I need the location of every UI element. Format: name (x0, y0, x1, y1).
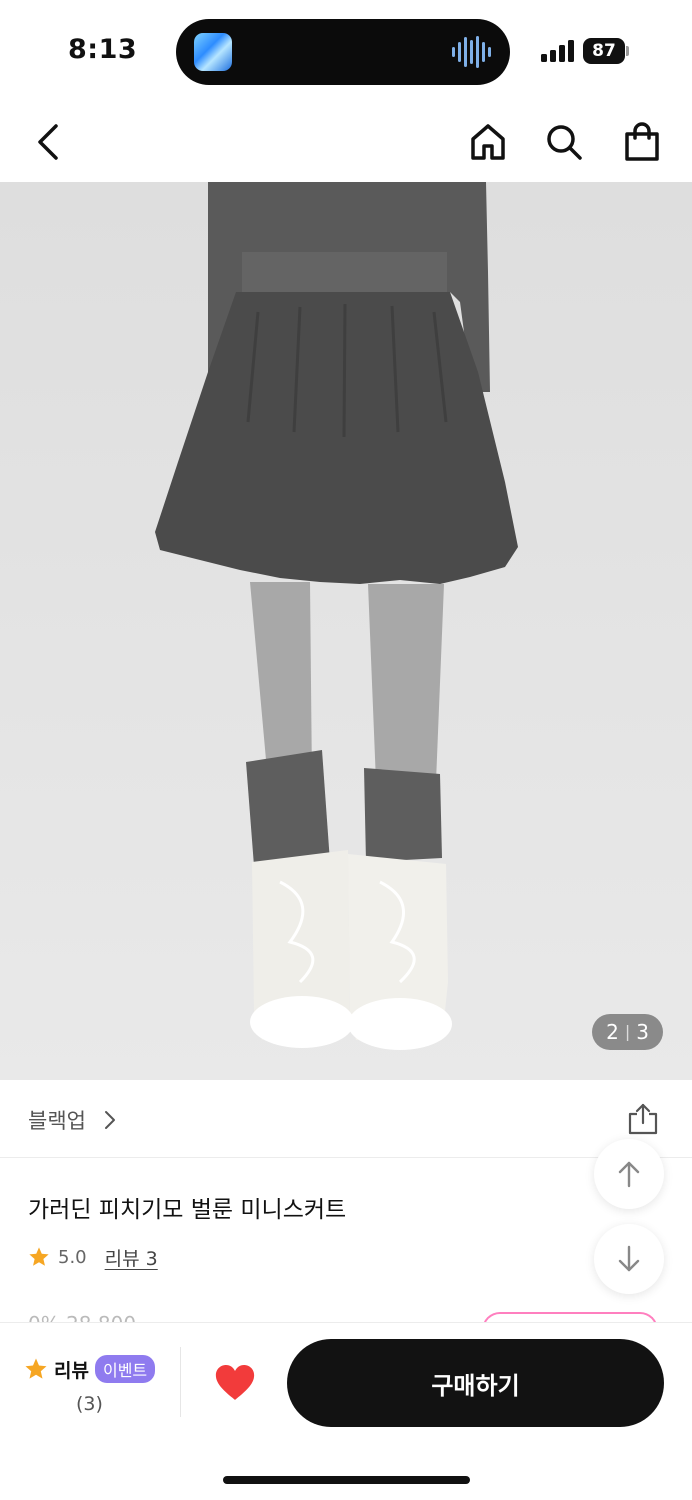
review-count: (3) (76, 1393, 103, 1415)
app-thumbnail-icon (194, 33, 232, 71)
review-label: 리뷰 (54, 1359, 89, 1382)
product-photo (0, 182, 692, 1080)
back-chevron-icon (38, 124, 58, 160)
cellular-signal-icon (541, 40, 574, 62)
home-button[interactable] (466, 120, 510, 164)
brand-link[interactable]: 블랙업 (28, 1105, 86, 1135)
home-indicator[interactable] (223, 1476, 470, 1484)
divider (180, 1347, 181, 1417)
back-button[interactable] (26, 120, 70, 164)
shopping-bag-button[interactable] (620, 120, 664, 164)
star-icon (25, 1358, 47, 1379)
image-counter-separator: | (624, 1022, 631, 1041)
bottom-action-bar: 리뷰 이벤트 (3) 구매하기 (0, 1322, 692, 1500)
rating-row: 5.0 리뷰 3 (28, 1243, 158, 1271)
scroll-up-button[interactable] (594, 1139, 664, 1209)
event-badge: 이벤트 (94, 1355, 156, 1383)
search-button[interactable] (542, 120, 586, 164)
home-icon (471, 124, 505, 160)
image-counter: 2 | 3 (592, 1014, 663, 1050)
scroll-down-button[interactable] (594, 1224, 664, 1294)
status-time: 8:13 (68, 34, 138, 65)
review-link[interactable]: 리뷰 3 (105, 1244, 158, 1271)
status-bar: 8:13 87 (0, 0, 692, 100)
product-title: 가러딘 피치기모 벌룬 미니스커트 (28, 1197, 347, 1223)
dynamic-island[interactable] (176, 19, 510, 85)
brand-row: 블랙업 (0, 1080, 692, 1158)
arrow-up-icon (618, 1161, 640, 1188)
battery-icon: 87 (583, 38, 625, 64)
audio-waveform-icon (452, 36, 491, 68)
image-counter-total: 3 (636, 1020, 649, 1044)
arrow-down-icon (618, 1245, 640, 1272)
image-counter-current: 2 (606, 1020, 619, 1044)
review-line: 리뷰 이벤트 (24, 1355, 164, 1383)
search-icon (547, 125, 582, 160)
wishlist-button[interactable] (212, 1361, 258, 1405)
star-icon (29, 1247, 49, 1266)
buy-button[interactable]: 구매하기 (287, 1339, 664, 1427)
battery-cap (626, 46, 629, 56)
rating-value: 5.0 (58, 1246, 87, 1268)
top-nav (0, 100, 692, 182)
share-icon[interactable] (626, 1102, 660, 1136)
chevron-right-icon (105, 1111, 115, 1129)
product-image-carousel[interactable]: 2 | 3 (0, 182, 692, 1080)
review-summary-button[interactable]: 리뷰 이벤트 (3) (24, 1355, 164, 1415)
heart-icon (215, 1365, 255, 1400)
shopping-bag-icon (625, 122, 659, 161)
